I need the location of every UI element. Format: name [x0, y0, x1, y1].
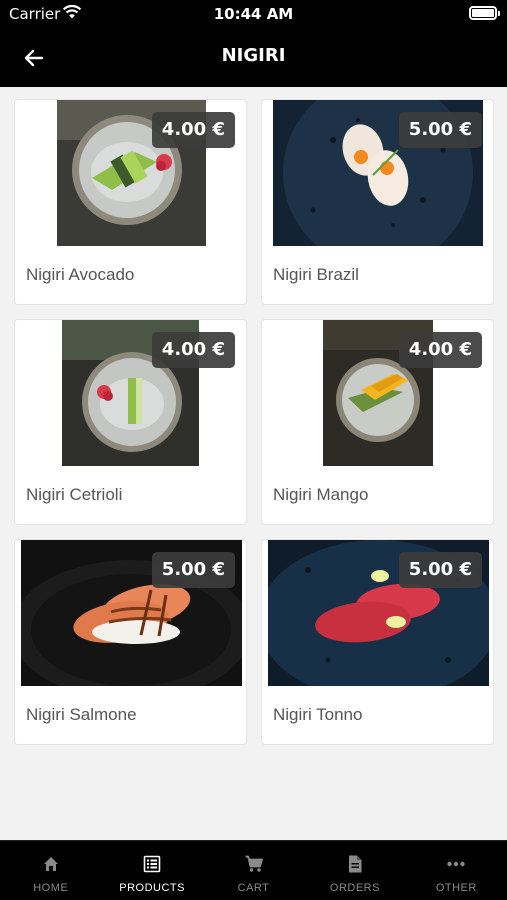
more-icon: [447, 861, 466, 867]
tab-cart[interactable]: CART: [203, 841, 304, 900]
clock: 10:44 AM: [213, 5, 294, 23]
price-badge: 5.00 €: [398, 112, 482, 148]
product-name: Nigiri Avocado: [26, 265, 135, 284]
product-card[interactable]: 5.00 € Nigiri Brazil: [261, 99, 494, 305]
cart-icon: [245, 855, 263, 872]
tab-other[interactable]: OTHER: [406, 841, 507, 900]
tab-label: OTHER: [435, 882, 477, 894]
price-badge: 5.00 €: [398, 552, 482, 588]
product-card[interactable]: 4.00 € Nigiri Avocado: [14, 99, 247, 305]
price-badge: 5.00 €: [151, 552, 235, 588]
page-title: NIGIRI: [221, 45, 286, 66]
bottom-tab-bar: HOME PRODUCTS CART ORDERS OTHER: [0, 840, 507, 900]
product-card[interactable]: 4.00 € Nigiri Mango: [261, 319, 494, 525]
product-name: Nigiri Mango: [273, 485, 369, 504]
navigation-header: NIGIRI: [0, 30, 507, 87]
tab-home[interactable]: HOME: [0, 841, 101, 900]
tab-label: HOME: [33, 882, 69, 894]
product-name: Nigiri Tonno: [273, 705, 363, 724]
battery-icon: [469, 6, 500, 20]
price-badge: 4.00 €: [398, 332, 482, 368]
product-name: Nigiri Brazil: [273, 265, 359, 284]
price-badge: 4.00 €: [151, 112, 235, 148]
product-card[interactable]: 5.00 € Nigiri Salmone: [14, 539, 247, 745]
tab-label: ORDERS: [329, 882, 380, 894]
product-name: Nigiri Salmone: [26, 705, 137, 724]
product-card[interactable]: 5.00 € Nigiri Tonno: [261, 539, 494, 745]
tab-products[interactable]: PRODUCTS: [101, 841, 202, 900]
tab-orders[interactable]: ORDERS: [304, 841, 405, 900]
price-badge: 4.00 €: [151, 332, 235, 368]
tab-label: CART: [237, 882, 270, 894]
product-name: Nigiri Cetrioli: [26, 485, 123, 504]
product-card[interactable]: 4.00 € Nigiri Cetrioli: [14, 319, 247, 525]
status-bar: Carrier 10:44 AM: [0, 0, 507, 30]
back-arrow-icon[interactable]: [20, 44, 48, 72]
list-icon: [143, 855, 161, 873]
home-icon: [43, 857, 58, 871]
tab-label: PRODUCTS: [119, 882, 185, 894]
document-icon: [348, 855, 362, 873]
